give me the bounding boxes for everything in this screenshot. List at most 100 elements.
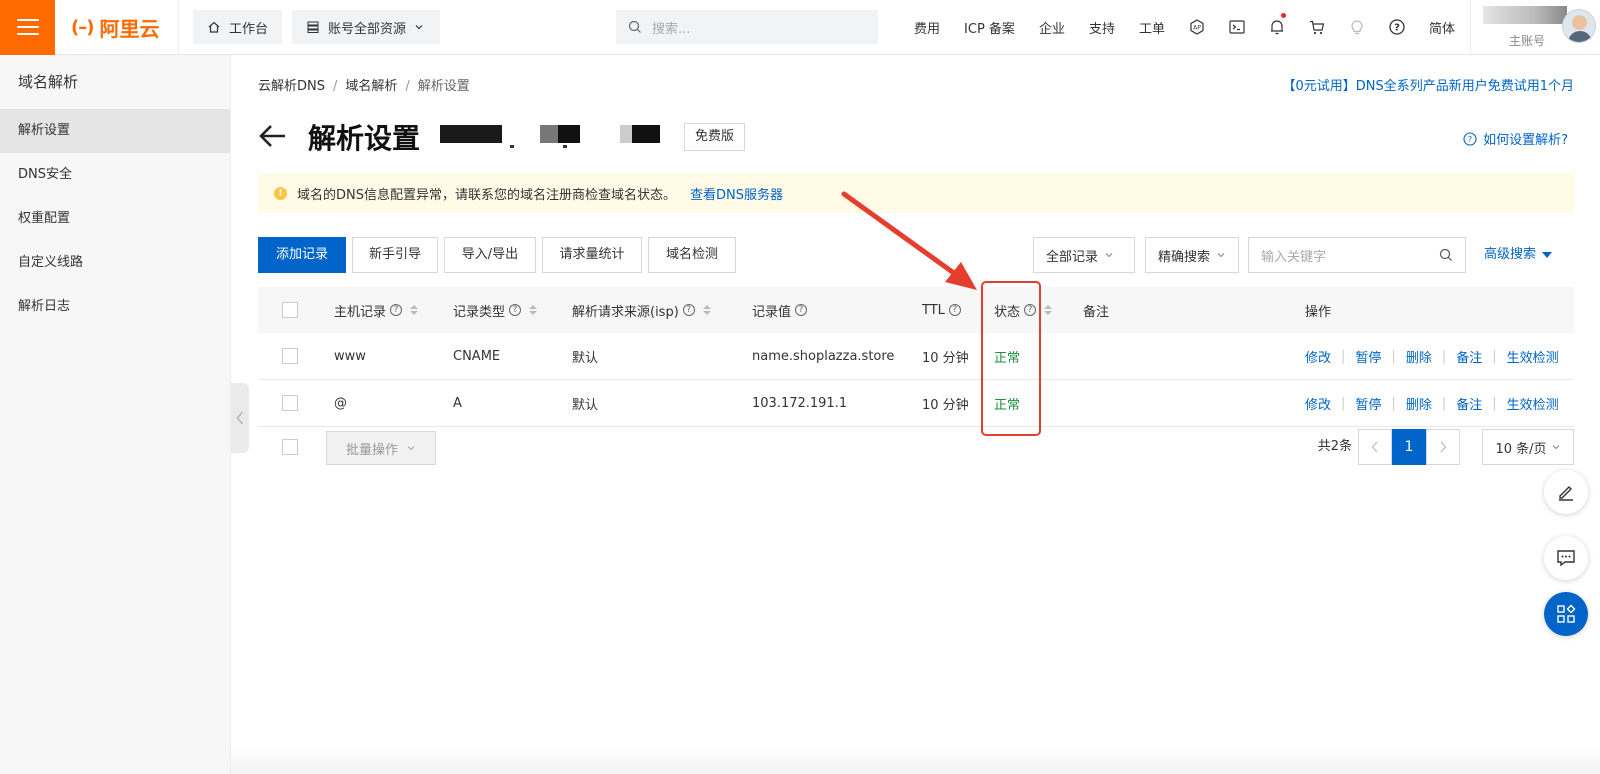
warning-icon: !: [274, 186, 287, 200]
advanced-search-toggle[interactable]: 高级搜索: [1484, 237, 1553, 273]
global-search-input[interactable]: 搜索...: [616, 10, 879, 44]
sort-icon[interactable]: [702, 305, 711, 315]
col-type[interactable]: 记录类型?: [453, 287, 538, 333]
delete-link[interactable]: 删除: [1406, 347, 1432, 366]
feedback-edit-button[interactable]: [1544, 470, 1588, 514]
chat-button[interactable]: [1544, 536, 1588, 580]
batch-operation-button[interactable]: 批量操作: [326, 431, 436, 465]
page-1-button[interactable]: 1: [1392, 429, 1426, 465]
breadcrumb-current: 解析设置: [417, 79, 470, 94]
col-isp[interactable]: 解析请求来源(isp)?: [572, 287, 711, 333]
remark-link[interactable]: 备注: [1456, 394, 1482, 413]
cart-icon[interactable]: [1297, 0, 1337, 55]
breadcrumb-domain-resolve[interactable]: 域名解析: [345, 79, 397, 94]
sort-icon[interactable]: [410, 305, 419, 315]
op-separator: |: [1341, 395, 1346, 411]
search-icon: [628, 20, 641, 33]
language-switch[interactable]: 简体: [1417, 18, 1467, 37]
cell-host: @: [334, 395, 347, 411]
view-dns-server-link[interactable]: 查看DNS服务器: [690, 184, 783, 203]
bell-icon[interactable]: [1257, 0, 1297, 55]
keyword-placeholder: 输入关键字: [1261, 249, 1327, 265]
modify-link[interactable]: 修改: [1305, 347, 1331, 366]
domain-redacted: [540, 125, 580, 143]
op-separator: |: [1492, 395, 1497, 411]
prev-page-button[interactable]: [1358, 429, 1392, 465]
api-icon[interactable]: AP: [1177, 0, 1217, 55]
resources-dropdown[interactable]: 账号全部资源: [292, 10, 441, 44]
guide-button[interactable]: 新手引导: [352, 237, 438, 273]
remark-link[interactable]: 备注: [1456, 347, 1482, 366]
cell-type: A: [453, 395, 462, 411]
help-icon[interactable]: ?: [795, 304, 808, 316]
record-filter-select[interactable]: 全部记录: [1033, 237, 1135, 273]
link-icp[interactable]: ICP 备案: [952, 18, 1027, 37]
how-to-link[interactable]: ? 如何设置解析?: [1463, 129, 1568, 148]
help-icon[interactable]: ?: [390, 304, 403, 316]
aliyun-logo-icon: (–): [71, 16, 94, 38]
effect-check-link[interactable]: 生效检测: [1507, 347, 1559, 366]
col-isp-label: 解析请求来源(isp): [572, 304, 679, 320]
caret-down-icon: [1542, 251, 1553, 258]
help-icon[interactable]: ?: [509, 304, 522, 316]
sidebar-item-dns-security[interactable]: DNS安全: [0, 153, 230, 197]
annotation-arrow: [841, 191, 977, 290]
account-menu[interactable]: 主账号: [1470, 0, 1600, 55]
chevron-left-icon: [236, 411, 243, 425]
aliyun-logo[interactable]: (–) 阿里云: [55, 0, 179, 55]
record-filter-value: 全部记录: [1046, 249, 1099, 265]
link-support[interactable]: 支持: [1077, 18, 1127, 37]
avatar[interactable]: [1562, 9, 1596, 43]
sidebar-item-weight-config[interactable]: 权重配置: [0, 197, 230, 241]
row-checkbox[interactable]: [282, 348, 298, 364]
terminal-icon[interactable]: [1217, 0, 1257, 55]
breadcrumb-separator: /: [405, 79, 410, 94]
workbench-button[interactable]: 工作台: [193, 10, 283, 44]
pause-link[interactable]: 暂停: [1355, 347, 1381, 366]
col-host[interactable]: 主机记录?: [334, 287, 419, 333]
sort-icon[interactable]: [1044, 305, 1053, 315]
promo-link[interactable]: 【0元试用】DNS全系列产品新用户免费试用1个月: [1282, 75, 1574, 94]
chevron-down-icon: [1105, 253, 1113, 258]
select-all-checkbox-cell: [282, 287, 298, 333]
sidebar-item-custom-line[interactable]: 自定义线路: [0, 241, 230, 285]
effect-check-link[interactable]: 生效检测: [1507, 394, 1559, 413]
modify-link[interactable]: 修改: [1305, 394, 1331, 413]
help-icon[interactable]: ?: [948, 304, 961, 316]
pause-link[interactable]: 暂停: [1355, 394, 1381, 413]
next-page-button[interactable]: [1426, 429, 1460, 465]
help-icon[interactable]: ?: [1377, 0, 1417, 55]
col-ttl-label: TTL: [922, 302, 945, 318]
domain-check-button[interactable]: 域名检测: [648, 237, 736, 273]
delete-link[interactable]: 删除: [1406, 394, 1432, 413]
col-value-label: 记录值: [752, 304, 792, 320]
breadcrumb-cloud-dns[interactable]: 云解析DNS: [258, 79, 325, 94]
back-arrow-icon[interactable]: [258, 121, 288, 151]
search-icon[interactable]: [1439, 248, 1453, 262]
import-export-button[interactable]: 导入/导出: [444, 237, 536, 273]
search-mode-select[interactable]: 精确搜索: [1145, 237, 1239, 273]
account-name-redacted: [1483, 6, 1567, 24]
footer-select-all-checkbox[interactable]: [282, 439, 298, 455]
apps-button[interactable]: [1544, 592, 1588, 636]
select-all-checkbox[interactable]: [282, 302, 298, 318]
sidebar-item-resolve-log[interactable]: 解析日志: [0, 285, 230, 329]
lightbulb-icon[interactable]: [1337, 0, 1377, 55]
home-icon: [208, 21, 220, 33]
link-enterprise[interactable]: 企业: [1027, 18, 1077, 37]
row-ops: 修改 | 暂停 | 删除 | 备注 | 生效检测: [1305, 333, 1559, 379]
keyword-search-input[interactable]: 输入关键字: [1248, 237, 1466, 273]
cell-ttl: 10 分钟: [922, 397, 969, 413]
link-ticket[interactable]: 工单: [1127, 18, 1177, 37]
sidebar-collapse-handle[interactable]: [231, 383, 249, 453]
add-record-button[interactable]: 添加记录: [258, 237, 346, 273]
page-size-select[interactable]: 10 条/页: [1482, 429, 1574, 465]
link-billing[interactable]: 费用: [902, 18, 952, 37]
col-remark: 备注: [1083, 304, 1110, 320]
hamburger-menu-button[interactable]: [0, 0, 55, 55]
sort-icon[interactable]: [529, 305, 538, 315]
request-stats-button[interactable]: 请求量统计: [542, 237, 642, 273]
sidebar-item-resolve-settings[interactable]: 解析设置: [0, 109, 230, 153]
row-checkbox[interactable]: [282, 395, 298, 411]
help-icon[interactable]: ?: [682, 304, 695, 316]
